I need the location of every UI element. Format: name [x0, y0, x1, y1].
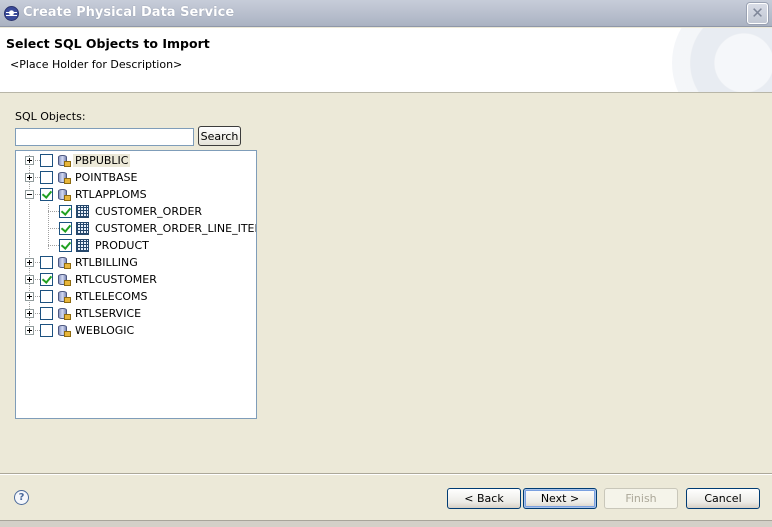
- tree-node-rtlelecoms[interactable]: RTLELECOMS: [16, 288, 256, 305]
- close-icon: ✕: [751, 4, 764, 22]
- header-decoration: [672, 28, 772, 92]
- expand-icon[interactable]: [25, 258, 34, 267]
- tree-node-label: WEBLOGIC: [75, 324, 135, 337]
- checkbox[interactable]: [59, 239, 72, 252]
- tree-node-label: RTLBILLING: [75, 256, 138, 269]
- checkbox[interactable]: [40, 290, 53, 303]
- next-button[interactable]: Next >: [523, 488, 597, 509]
- search-input[interactable]: [15, 128, 194, 146]
- checkbox[interactable]: [59, 222, 72, 235]
- checkbox[interactable]: [40, 324, 53, 337]
- help-icon[interactable]: ?: [14, 490, 29, 505]
- page-title: Select SQL Objects to Import: [6, 36, 210, 51]
- tree-node-pointbase[interactable]: POINTBASE: [16, 169, 256, 186]
- database-icon: [57, 187, 71, 202]
- title-bar: Create Physical Data Service ✕: [0, 0, 772, 27]
- tree-node-rtlcustomer[interactable]: RTLCUSTOMER: [16, 271, 256, 288]
- database-icon: [57, 289, 71, 304]
- checkbox[interactable]: [40, 273, 53, 286]
- tree-node-customer-order-line-item[interactable]: CUSTOMER_ORDER_LINE_ITEM: [16, 220, 256, 237]
- finish-button: Finish: [604, 488, 678, 509]
- app-icon: [4, 6, 19, 21]
- cancel-button[interactable]: Cancel: [686, 488, 760, 509]
- tree-node-label: PBPUBLIC: [73, 154, 131, 167]
- tree-node-label: RTLSERVICE: [75, 307, 142, 320]
- database-icon: [57, 323, 71, 338]
- tree-node-customer-order[interactable]: CUSTOMER_ORDER: [16, 203, 256, 220]
- tree-node-label: RTLELECOMS: [75, 290, 148, 303]
- footer-separator: [0, 473, 772, 475]
- tree-node-pbpublic[interactable]: PBPUBLIC: [16, 152, 256, 169]
- wizard-header: Select SQL Objects to Import <Place Hold…: [0, 28, 772, 93]
- tree-node-label: RTLAPPLOMS: [75, 188, 147, 201]
- table-icon: [76, 239, 89, 252]
- tree-node-product[interactable]: PRODUCT: [16, 237, 256, 254]
- checkbox[interactable]: [40, 188, 53, 201]
- tree-node-label: PRODUCT: [95, 239, 149, 252]
- tree-node-label: CUSTOMER_ORDER_LINE_ITEM: [95, 222, 257, 235]
- search-button[interactable]: Search: [198, 126, 241, 146]
- expand-icon[interactable]: [25, 309, 34, 318]
- checkbox[interactable]: [40, 307, 53, 320]
- database-icon: [57, 153, 71, 168]
- tree-node-rtlservice[interactable]: RTLSERVICE: [16, 305, 256, 322]
- database-icon: [57, 255, 71, 270]
- database-icon: [57, 170, 71, 185]
- table-icon: [76, 205, 89, 218]
- checkbox[interactable]: [40, 171, 53, 184]
- table-icon: [76, 222, 89, 235]
- expand-icon[interactable]: [25, 292, 34, 301]
- tree-node-weblogic[interactable]: WEBLOGIC: [16, 322, 256, 339]
- page-description: <Place Holder for Description>: [10, 58, 183, 71]
- back-button[interactable]: < Back: [447, 488, 521, 509]
- window-title: Create Physical Data Service: [23, 5, 235, 20]
- tree-node-label: POINTBASE: [75, 171, 138, 184]
- database-icon: [57, 272, 71, 287]
- sql-objects-tree[interactable]: PBPUBLIC POINTBASE RTLAPPLOMS CUSTOMER_O…: [15, 150, 257, 419]
- bottom-strip: [0, 520, 772, 527]
- expand-icon[interactable]: [25, 173, 34, 182]
- tree-node-rtlapploms[interactable]: RTLAPPLOMS: [16, 186, 256, 203]
- collapse-icon[interactable]: [25, 190, 34, 199]
- tree-node-label: CUSTOMER_ORDER: [95, 205, 203, 218]
- expand-icon[interactable]: [25, 275, 34, 284]
- checkbox[interactable]: [40, 154, 53, 167]
- database-icon: [57, 306, 71, 321]
- close-button[interactable]: ✕: [747, 3, 768, 24]
- checkbox[interactable]: [59, 205, 72, 218]
- checkbox[interactable]: [40, 256, 53, 269]
- tree-node-label: RTLCUSTOMER: [75, 273, 157, 286]
- sql-objects-label: SQL Objects:: [15, 110, 86, 123]
- tree-node-rtlbilling[interactable]: RTLBILLING: [16, 254, 256, 271]
- expand-icon[interactable]: [25, 156, 34, 165]
- expand-icon[interactable]: [25, 326, 34, 335]
